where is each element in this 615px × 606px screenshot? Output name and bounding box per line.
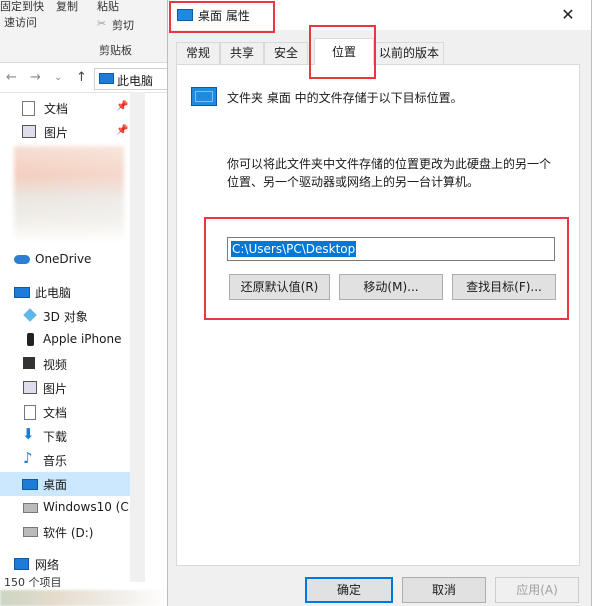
nav-label: 图片 xyxy=(44,126,69,140)
scissors-icon: ✂ xyxy=(97,17,107,30)
nav-label: 下载 xyxy=(43,430,68,444)
phone-icon xyxy=(27,333,34,346)
tab-sharing[interactable]: 共享 xyxy=(220,42,264,64)
find-target-button[interactable]: 查找目标(F)... xyxy=(452,274,556,300)
network-icon xyxy=(14,558,29,570)
location-description-line2: 位置、另一个驱动器或网络上的另一台计算机。 xyxy=(227,175,480,189)
desktop-folder-icon xyxy=(191,87,217,106)
pc-icon xyxy=(99,73,114,84)
location-path-value: C:\Users\PC\Desktop xyxy=(231,241,357,257)
nav-label: 网络 xyxy=(35,558,60,572)
nav-label: 视频 xyxy=(43,358,68,372)
nav-item-3d-objects[interactable]: 3D 对象 xyxy=(0,304,130,328)
nav-item-documents-pinned[interactable]: 文档 📌 xyxy=(0,96,130,120)
pin-icon[interactable]: 📌 xyxy=(116,125,128,136)
address-bar-row: ← → ⌄ ↑ 此电脑 xyxy=(0,64,176,93)
restore-default-button[interactable]: 还原默认值(R) xyxy=(229,274,330,300)
desktop-folder-icon xyxy=(177,9,193,21)
nav-item-pictures-pinned[interactable]: 图片 📌 xyxy=(0,120,130,144)
nav-item-this-pc[interactable]: 此电脑 xyxy=(0,280,130,304)
nav-label: Windows10 (C: xyxy=(43,500,130,514)
download-arrow-icon: ⬇ xyxy=(22,425,35,443)
nav-label: 音乐 xyxy=(43,454,68,468)
recent-chevron-icon[interactable]: ⌄ xyxy=(54,72,62,83)
paste-button[interactable]: 粘贴 xyxy=(97,0,119,14)
dialog-title: 桌面 属性 xyxy=(198,9,250,23)
nav-item-apple-iphone[interactable]: Apple iPhone xyxy=(0,328,130,352)
back-arrow-icon[interactable]: ← xyxy=(6,70,17,85)
address-path: 此电脑 xyxy=(117,74,154,88)
music-note-icon: ♪ xyxy=(23,449,33,467)
nav-item-videos[interactable]: 视频 xyxy=(0,352,130,376)
ribbon: 固定到快 速访问 复制 粘贴 ✂ 剪切 剪贴板 xyxy=(0,0,168,63)
picture-icon xyxy=(22,125,36,138)
nav-item-music[interactable]: ♪ 音乐 xyxy=(0,448,130,472)
picture-icon xyxy=(23,381,37,394)
nav-label: 文档 xyxy=(44,102,69,116)
properties-dialog: 桌面 属性 ✕ 常规 共享 安全 位置 以前的版本 文件夹 桌面 中的文件存储于… xyxy=(167,0,592,606)
nav-label: 文档 xyxy=(43,406,68,420)
desktop-icon xyxy=(22,479,38,490)
apply-button[interactable]: 应用(A) xyxy=(495,577,579,603)
pin-quick-access-label[interactable]: 固定到快 xyxy=(0,0,44,14)
tab-strip: 常规 共享 安全 位置 以前的版本 xyxy=(168,38,591,65)
video-icon xyxy=(23,357,35,369)
tab-previous-versions[interactable]: 以前的版本 xyxy=(374,42,444,64)
nav-item-windows10-c[interactable]: Windows10 (C: xyxy=(0,496,130,520)
location-tab-panel: 文件夹 桌面 中的文件存储于以下目标位置。 你可以将此文件夹中文件存储的位置更改… xyxy=(176,64,580,566)
location-info-text: 文件夹 桌面 中的文件存储于以下目标位置。 xyxy=(227,91,463,105)
nav-label: Apple iPhone xyxy=(43,332,122,346)
nav-item-network[interactable]: 网络 xyxy=(0,552,130,576)
nav-label: 软件 (D:) xyxy=(43,526,94,540)
up-arrow-icon[interactable]: ↑ xyxy=(76,70,87,85)
cancel-button[interactable]: 取消 xyxy=(402,577,486,603)
quick-access-label[interactable]: 速访问 xyxy=(4,14,37,30)
nav-item-software-d[interactable]: 软件 (D:) xyxy=(0,520,130,544)
nav-label: 3D 对象 xyxy=(43,310,88,324)
close-button[interactable]: ✕ xyxy=(545,0,591,30)
tab-general[interactable]: 常规 xyxy=(176,42,220,64)
nav-item-downloads[interactable]: ⬇ 下载 xyxy=(0,424,130,448)
nav-label: 图片 xyxy=(43,382,68,396)
dialog-titlebar[interactable]: 桌面 属性 ✕ xyxy=(168,0,591,30)
nav-item-onedrive[interactable]: OneDrive xyxy=(0,248,130,272)
drive-icon xyxy=(23,503,38,513)
location-description-line1: 你可以将此文件夹中文件存储的位置更改为此硬盘上的另一个 xyxy=(227,157,552,171)
pin-icon[interactable]: 📌 xyxy=(116,101,128,112)
file-explorer-window: 固定到快 速访问 复制 粘贴 ✂ 剪切 剪贴板 ← → ⌄ ↑ 此电脑 文档 📌… xyxy=(0,0,176,606)
computer-icon xyxy=(14,287,30,298)
forward-arrow-icon[interactable]: → xyxy=(30,70,41,85)
move-button[interactable]: 移动(M)... xyxy=(339,274,443,300)
nav-label: OneDrive xyxy=(35,252,92,266)
drive-icon xyxy=(23,527,38,537)
blurred-pinned-items xyxy=(14,146,124,242)
address-box[interactable]: 此电脑 xyxy=(94,68,176,90)
clipboard-group-label: 剪贴板 xyxy=(99,44,132,57)
nav-label: 此电脑 xyxy=(35,286,72,300)
location-path-input[interactable]: C:\Users\PC\Desktop xyxy=(227,237,555,261)
tab-location[interactable]: 位置 xyxy=(314,38,374,65)
status-item-count: 150 个项目 xyxy=(4,576,62,589)
nav-scrollbar[interactable] xyxy=(130,92,145,582)
cloud-icon xyxy=(14,255,30,264)
nav-item-pictures[interactable]: 图片 xyxy=(0,376,130,400)
copy-button[interactable]: 复制 xyxy=(56,0,78,14)
tab-security[interactable]: 安全 xyxy=(264,42,308,64)
blurred-taskbar xyxy=(0,590,168,606)
ok-button[interactable]: 确定 xyxy=(305,577,393,603)
nav-label: 桌面 xyxy=(43,478,68,492)
nav-item-documents[interactable]: 文档 xyxy=(0,400,130,424)
document-icon xyxy=(24,405,36,420)
nav-item-desktop[interactable]: 桌面 xyxy=(0,472,130,496)
document-icon xyxy=(22,101,35,116)
cut-button[interactable]: 剪切 xyxy=(112,17,134,33)
cube-icon xyxy=(23,308,37,322)
